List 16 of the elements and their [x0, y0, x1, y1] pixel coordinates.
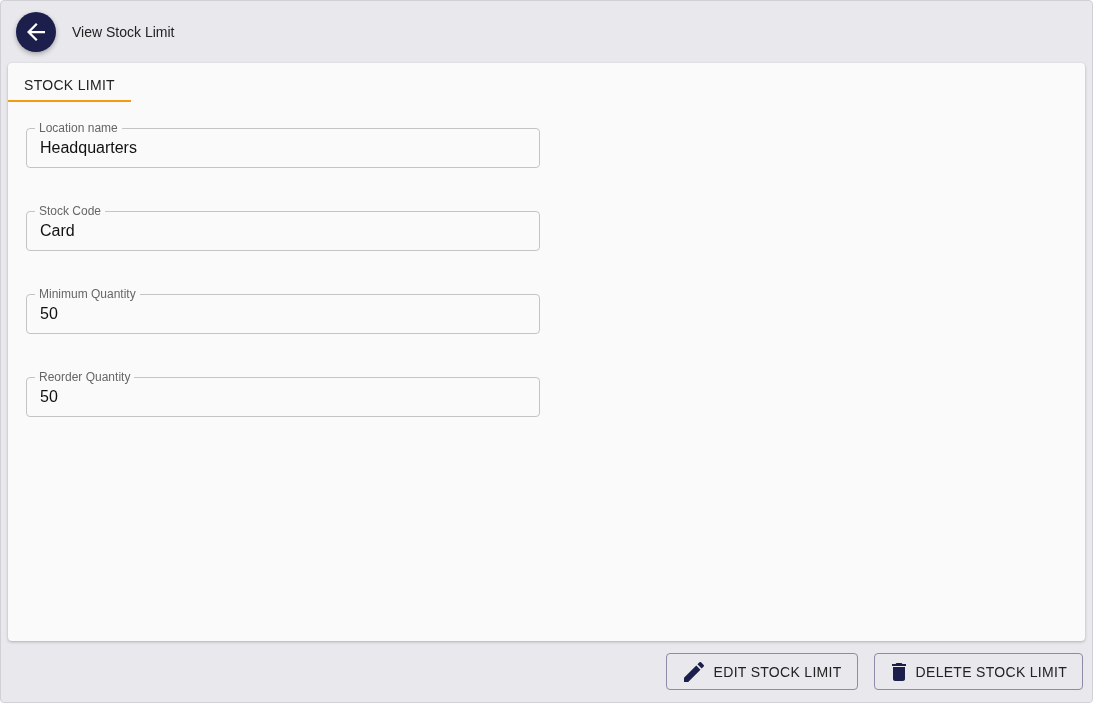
back-button[interactable]: [16, 12, 56, 52]
trash-icon: [891, 662, 906, 681]
delete-button[interactable]: DELETE STOCK LIMIT: [873, 653, 1083, 690]
pencil-icon: [683, 661, 704, 682]
page-title: View Stock Limit: [72, 24, 175, 40]
back-arrow-icon: [27, 23, 45, 41]
edit-button[interactable]: EDIT STOCK LIMIT: [665, 653, 858, 690]
field-label: Reorder Quantity: [35, 370, 135, 384]
field-value: 50: [40, 388, 58, 406]
field-label: Stock Code: [35, 204, 106, 218]
field-value: Card: [40, 222, 75, 240]
tab[interactable]: STOCK LIMIT: [8, 70, 131, 102]
field-label: Minimum Quantity: [35, 287, 140, 301]
field-value: Headquarters: [40, 139, 137, 157]
field-value: 50: [40, 305, 58, 323]
field-label: Location name: [35, 121, 122, 135]
